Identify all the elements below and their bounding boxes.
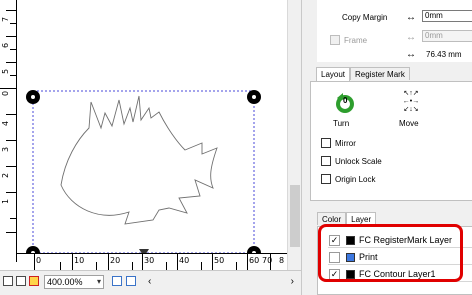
frame-checkbox[interactable] xyxy=(330,35,340,45)
mirror-checkbox[interactable] xyxy=(321,138,331,148)
fish-contour[interactable] xyxy=(60,95,218,225)
unlock-scale-label: Unlock Scale xyxy=(335,157,382,166)
ruler-label: 0 xyxy=(1,90,10,96)
ruler-tick xyxy=(72,253,73,270)
ruler-label: 40 xyxy=(179,256,190,265)
arrows-horizontal-icon: ↔ xyxy=(406,12,416,23)
horizontal-ruler: 0 10 20 30 40 50 60 70 8 xyxy=(17,253,287,270)
layout-tabs: Layout Register Mark xyxy=(316,67,410,81)
ruler-tick xyxy=(10,75,16,76)
ruler-label: 3 xyxy=(1,146,10,152)
chevron-left-icon[interactable]: ‹ xyxy=(148,276,151,287)
ruler-tick xyxy=(6,140,16,141)
ruler-label: 10 xyxy=(74,256,85,265)
zoom-value: 400.00% xyxy=(47,277,83,287)
frame-input[interactable]: 0mm xyxy=(422,30,472,42)
origin-lock-label: Origin Lock xyxy=(335,175,376,184)
zoom-dropdown[interactable]: 400.00% ▾ xyxy=(44,275,104,289)
color-icon[interactable] xyxy=(29,276,39,286)
fit-icon[interactable] xyxy=(112,276,122,286)
chevron-right-icon[interactable]: › xyxy=(291,276,294,287)
ruler-tick xyxy=(6,166,16,167)
arrows-horizontal-icon: ↔ xyxy=(406,49,416,60)
ruler-tick xyxy=(6,192,16,193)
ruler-label: 7 xyxy=(1,16,10,22)
ruler-tick xyxy=(6,36,16,37)
turn-value: 0 xyxy=(343,96,348,105)
chevron-down-icon: ▾ xyxy=(96,277,101,286)
register-mark-dot xyxy=(31,95,35,99)
ruler-tick xyxy=(177,253,178,270)
ruler-tick xyxy=(6,10,16,11)
vertical-scrollbar[interactable] xyxy=(287,0,301,270)
ruler-label: 70 xyxy=(262,256,273,265)
ruler-label: 5 xyxy=(1,68,10,74)
ruler-tick xyxy=(6,62,16,63)
ruler-label: 8 xyxy=(279,256,285,265)
horizontal-scrollbar[interactable]: ‹ › xyxy=(146,276,296,289)
ruler-tick xyxy=(10,218,16,219)
layout-tab-body: 0 Turn ↖↑↗ ←•→ ↙↓↘ Move Mirror Unlock Scal… xyxy=(310,81,472,201)
ruler-label: 6 xyxy=(1,42,10,48)
ruler-label: 4 xyxy=(1,120,10,126)
highlight-annotation xyxy=(318,224,463,282)
arrows-horizontal-icon: ↔ xyxy=(406,32,416,43)
frame-size-value: 76.43 mm xyxy=(426,50,462,59)
origin-lock-checkbox[interactable] xyxy=(321,174,331,184)
ruler-label: 20 xyxy=(110,256,121,265)
page-icon[interactable] xyxy=(16,276,26,286)
tab-register-mark[interactable]: Register Mark xyxy=(350,67,410,80)
ruler-tick xyxy=(108,253,109,270)
selection-box xyxy=(32,90,255,253)
ruler-label: 2 xyxy=(1,172,10,178)
bottom-toolbar: 400.00% ▾ ‹ › xyxy=(0,270,301,295)
ruler-tick xyxy=(132,262,133,270)
select-icon[interactable] xyxy=(126,276,136,286)
ruler-tick xyxy=(96,262,97,270)
ruler-tick xyxy=(34,253,35,270)
register-mark-dot xyxy=(252,95,256,99)
grid-icon[interactable] xyxy=(3,276,13,286)
ruler-tick xyxy=(166,262,167,270)
vertical-ruler: 0 7 6 5 4 3 2 1 xyxy=(0,0,17,262)
artwork-svg[interactable] xyxy=(17,0,287,253)
scrollbar-thumb[interactable] xyxy=(290,185,300,247)
ruler-tick xyxy=(236,262,237,270)
ruler-tick xyxy=(60,262,61,270)
ruler-tick xyxy=(247,253,248,270)
ruler-tick xyxy=(201,262,202,270)
ruler-label: 50 xyxy=(214,256,225,265)
ruler-tick xyxy=(0,88,16,89)
ruler-label: 30 xyxy=(144,256,155,265)
ruler-tick xyxy=(142,253,143,270)
ruler-label: 1 xyxy=(1,198,10,204)
tab-layout[interactable]: Layout xyxy=(316,67,351,81)
ruler-tick xyxy=(6,232,16,233)
move-icon[interactable]: ↖↑↗ ←•→ ↙↓↘ xyxy=(399,90,423,114)
ruler-label: 0 xyxy=(36,256,42,265)
frame-label: Frame xyxy=(344,36,368,45)
design-canvas[interactable]: 0 7 6 5 4 3 2 1 0 10 20 30 40 50 60 70 8 xyxy=(0,0,287,295)
turn-label: Turn xyxy=(333,119,350,128)
ruler-tick xyxy=(10,49,16,50)
ruler-label: 60 xyxy=(249,256,260,265)
copy-margin-input[interactable]: 0mm xyxy=(422,10,472,22)
mirror-label: Mirror xyxy=(335,139,356,148)
unlock-scale-checkbox[interactable] xyxy=(321,156,331,166)
ruler-tick xyxy=(212,253,213,270)
copy-margin-label: Copy Margin xyxy=(342,13,388,22)
ruler-tick xyxy=(10,23,16,24)
ruler-tick xyxy=(6,114,16,115)
move-label: Move xyxy=(399,119,419,128)
